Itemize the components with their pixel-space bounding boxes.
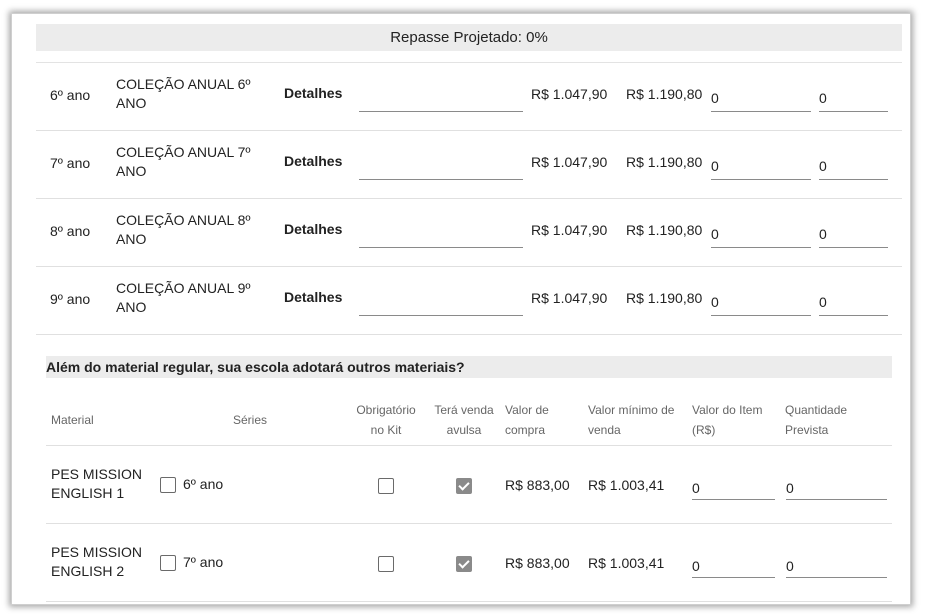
kit-row: 7º ano COLEÇÃO ANUAL 7º ANO Detalhes R$ …	[36, 131, 902, 199]
kit-obs-input[interactable]	[359, 221, 523, 248]
material-valor-compra: R$ 883,00	[505, 477, 570, 493]
material-valor-compra: R$ 883,00	[505, 555, 570, 571]
kit-valor-venda: R$ 1.190,80	[626, 154, 703, 170]
kit-serie: 8º ano	[50, 223, 91, 239]
section-title: Além do material regular, sua escola ado…	[46, 356, 892, 378]
serie-label: 6º ano	[183, 476, 224, 492]
kit-valor-input[interactable]	[711, 153, 811, 180]
header-obrigatorio: Obrigatório no Kit	[356, 403, 416, 437]
kit-serie: 6º ano	[50, 87, 91, 103]
serie-checkbox[interactable]	[160, 555, 176, 571]
page-frame: Repasse Projetado: 0% 6º ano COLEÇÃO ANU…	[12, 14, 910, 604]
repasse-banner: Repasse Projetado: 0%	[36, 24, 902, 51]
section-title-text: Além do material regular, sua escola ado…	[46, 359, 465, 375]
kit-valor-input[interactable]	[711, 85, 811, 112]
kit-quantidade-input[interactable]	[819, 85, 888, 112]
material-row: PES MISSION ENGLISH 1 6º ano R$ 883,00 R…	[46, 446, 892, 524]
kit-colecao: COLEÇÃO ANUAL 8º ANO	[116, 212, 251, 247]
kit-valor-venda: R$ 1.190,80	[626, 222, 703, 238]
kit-colecao: COLEÇÃO ANUAL 6º ANO	[116, 76, 251, 111]
material-row: PES MISSION ENGLISH 2 7º ano R$ 883,00 R…	[46, 524, 892, 602]
kit-obs-input[interactable]	[359, 153, 523, 180]
kit-valor-compra: R$ 1.047,90	[531, 154, 608, 170]
kit-serie: 9º ano	[50, 291, 91, 307]
kit-row: 6º ano COLEÇÃO ANUAL 6º ANO Detalhes R$ …	[36, 63, 902, 131]
material-valor-venda-min: R$ 1.003,41	[588, 555, 665, 571]
kit-serie: 7º ano	[50, 155, 91, 171]
detalhes-link[interactable]: Detalhes	[284, 289, 342, 305]
kit-quantidade-input[interactable]	[819, 153, 888, 180]
kit-valor-input[interactable]	[711, 221, 811, 248]
detalhes-link[interactable]: Detalhes	[284, 153, 342, 169]
avulsa-checkbox[interactable]	[456, 556, 472, 572]
header-series: Séries	[233, 413, 268, 427]
kit-colecao: COLEÇÃO ANUAL 9º ANO	[116, 280, 251, 315]
kit-valor-input[interactable]	[711, 289, 811, 316]
kit-quantidade-input[interactable]	[819, 221, 888, 248]
kit-quantidade-input[interactable]	[819, 289, 888, 316]
kit-row: 9º ano COLEÇÃO ANUAL 9º ANO Detalhes R$ …	[36, 267, 902, 335]
obrigatorio-checkbox[interactable]	[378, 478, 394, 494]
material-valor-venda-min: R$ 1.003,41	[588, 477, 665, 493]
header-valor-item: Valor do Item (R$)	[692, 403, 763, 437]
valor-item-input[interactable]	[692, 555, 775, 578]
header-material: Material	[51, 413, 94, 427]
serie-checkbox[interactable]	[160, 477, 176, 493]
detalhes-link[interactable]: Detalhes	[284, 85, 342, 101]
kit-colecao: COLEÇÃO ANUAL 7º ANO	[116, 144, 251, 179]
header-avulsa: Terá venda avulsa	[434, 403, 494, 437]
material-name: PES MISSION ENGLISH 1	[51, 466, 143, 501]
valor-item-input[interactable]	[692, 477, 775, 500]
detalhes-link[interactable]: Detalhes	[284, 221, 342, 237]
avulsa-checkbox[interactable]	[456, 478, 472, 494]
kit-valor-venda: R$ 1.190,80	[626, 290, 703, 306]
header-quantidade: Quantidade Prevista	[785, 403, 848, 437]
obrigatorio-checkbox[interactable]	[378, 556, 394, 572]
quantidade-input[interactable]	[786, 555, 887, 578]
kit-valor-compra: R$ 1.047,90	[531, 290, 608, 306]
header-compra: Valor de compra	[505, 403, 549, 437]
kit-obs-input[interactable]	[359, 289, 523, 316]
serie-label: 7º ano	[183, 554, 224, 570]
quantidade-input[interactable]	[786, 477, 887, 500]
kit-row: 8º ano COLEÇÃO ANUAL 8º ANO Detalhes R$ …	[36, 199, 902, 267]
header-venda-min: Valor mínimo de venda	[588, 403, 675, 437]
kit-valor-compra: R$ 1.047,90	[531, 86, 608, 102]
kit-valor-compra: R$ 1.047,90	[531, 222, 608, 238]
kit-obs-input[interactable]	[359, 85, 523, 112]
material-name: PES MISSION ENGLISH 2	[51, 544, 143, 579]
kit-valor-venda: R$ 1.190,80	[626, 86, 703, 102]
